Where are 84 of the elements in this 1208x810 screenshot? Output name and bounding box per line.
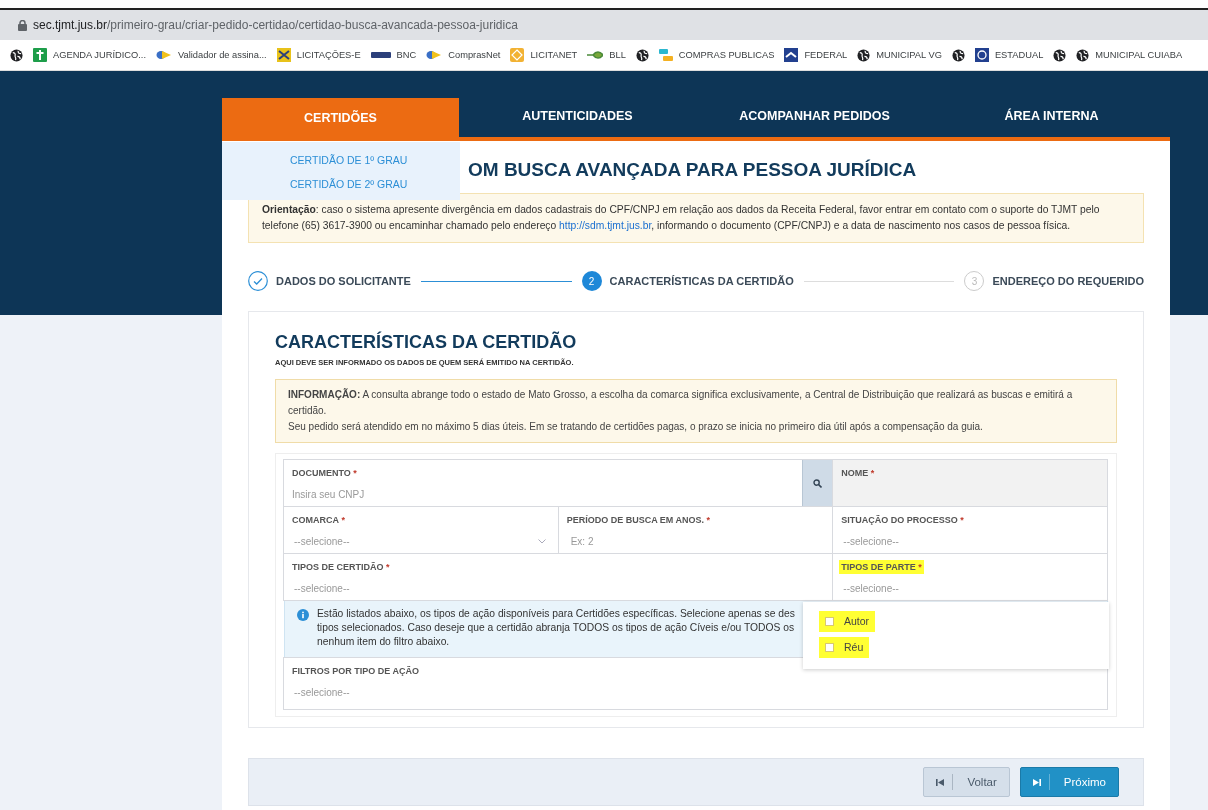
- skip-back-icon: [936, 778, 945, 786]
- field-label: TIPOS DE PARTE *: [839, 560, 924, 574]
- bookmark[interactable]: BNC: [370, 50, 417, 60]
- next-button[interactable]: Próximo: [1019, 767, 1119, 797]
- bookmark[interactable]: AGENDA JURÍDICO...: [33, 48, 146, 62]
- bookmark-label: LICITAÇÕES-E: [296, 50, 361, 60]
- section-title: CARACTERÍSTICAS DA CERTIDÃO: [275, 332, 578, 353]
- step-number: 2: [581, 271, 602, 291]
- emblem-icon: [276, 48, 291, 62]
- bookmark[interactable]: LICITANET: [510, 48, 578, 62]
- orientation-text: Orientação: caso o sistema apresente divergência em dados cadastrais do CPF/CNPJ em relação aos dados da Receita Federal, favor entrar em contato com o suporte do TJMT pelo telefone (65) 3617-3900 ou encaminhar chamado pelo endereço http://sdm.tjmt.jus.br, informando o documento (CPF/CNPJ) e a data de nascimento nos casos de pessoa física.: [262, 203, 1101, 233]
- bookmark-label: LICITANET: [530, 50, 578, 60]
- support-link[interactable]: http://sdm.tjmt.jus.br: [559, 220, 652, 231]
- logo-icon: [370, 50, 391, 60]
- bookmark[interactable]: ESTADUAL: [974, 48, 1044, 62]
- bookmark-label: MUNICIPAL CUIABA: [1095, 50, 1183, 60]
- notice-text: nenhum item do filtro abaixo.: [317, 635, 451, 649]
- bookmark[interactable]: MUNICIPAL CUIABA: [1076, 48, 1183, 62]
- bookmark[interactable]: [951, 48, 965, 62]
- bookmark-label: BLL: [609, 50, 626, 60]
- notice-text: Estão listados abaixo, os tipos de ação disponíveis para Certidões específicas. Selecione apenas se des: [317, 607, 795, 621]
- nav-tab[interactable]: ÁREA INTERNA: [933, 98, 1170, 137]
- nav-tab[interactable]: ACOMPANHAR PEDIDOS: [696, 98, 933, 137]
- bookmark[interactable]: [635, 48, 649, 62]
- info-text: Seu pedido será atendido em no máximo 5 dias úteis. Em se tratando de certidões pagas, o prazo se inicia no primeiro dia útil após a compensação da guia.: [288, 420, 984, 434]
- skip-forward-icon: [1032, 778, 1041, 786]
- bookmark-label: MUNICIPAL VG: [876, 50, 942, 60]
- step-label: DADOS DO SOLICITANTE: [276, 275, 411, 287]
- checkbox[interactable]: [825, 642, 834, 652]
- chevron-icon: [537, 538, 546, 544]
- bookmark[interactable]: FEDERAL: [784, 48, 848, 62]
- bookmark-label: Validador de assina...: [178, 50, 267, 60]
- back-button[interactable]: Voltar: [923, 767, 1010, 797]
- checkbox-option[interactable]: Réu: [819, 637, 870, 658]
- globe-icon: [1053, 48, 1067, 62]
- step-label: ENDEREÇO DO REQUERIDO: [992, 275, 1144, 287]
- globe-icon: [857, 48, 871, 62]
- bookmark[interactable]: [1053, 48, 1067, 62]
- globe-icon: [635, 48, 649, 62]
- page-title: OM BUSCA AVANÇADA PARA PESSOA JURÍDICA: [468, 158, 917, 182]
- globe-icon: [1076, 48, 1090, 62]
- bookmark-label: COMPRAS PUBLICAS: [678, 50, 775, 60]
- info-text: INFORMAÇÃO: A consulta abrange todo o estado de Mato Grosso, a escolha da comarca significa exclusivamente, a Central de Distribuição que realizará as buscas e emitirá a certidão.: [288, 387, 1074, 418]
- cross-icon: [33, 48, 47, 62]
- bookmark[interactable]: LICITAÇÕES-E: [276, 48, 361, 62]
- arrow-icon: [426, 49, 443, 61]
- bookmark[interactable]: MUNICIPAL VG: [857, 48, 942, 62]
- globe-icon: [10, 48, 23, 62]
- bookmark-label: BNC: [396, 50, 417, 60]
- field-label: COMARCA *: [291, 514, 346, 527]
- step-label: CARACTERÍSTICAS DA CERTIDÃO: [609, 275, 794, 287]
- emblem-icon: [510, 48, 525, 62]
- field-label: NOME *: [840, 467, 876, 480]
- checkbox[interactable]: [825, 616, 834, 626]
- field-label: PERÍODO DE BUSCA EM ANOS. *: [565, 514, 712, 527]
- emblem-icon: [784, 48, 799, 62]
- check-icon: [248, 271, 268, 291]
- field-label: TIPOS DE CERTIDÃO *: [291, 561, 391, 574]
- arrow-icon: [156, 49, 172, 61]
- bookmark[interactable]: ComprasNet: [426, 49, 501, 61]
- notice-text: tipos selecionados. Caso deseje que a certidão abranja TODOS os tipos de ação Cíveis e/ou TODOS os: [317, 621, 795, 635]
- bookmark[interactable]: Validador de assina...: [156, 49, 267, 61]
- search-icon: [813, 478, 823, 488]
- bookmark-label: AGENDA JURÍDICO...: [53, 50, 146, 60]
- bookmark[interactable]: COMPRAS PUBLICAS: [658, 48, 775, 62]
- option-label: Réu: [844, 641, 864, 653]
- info-icon: [297, 609, 309, 621]
- leaf-icon: [587, 51, 604, 59]
- option-label: Autor: [844, 615, 870, 627]
- bookmark-label: ComprasNet: [448, 50, 501, 60]
- emblem-icon: [974, 48, 989, 62]
- bookmark-label: ESTADUAL: [994, 50, 1044, 60]
- bookmark[interactable]: BLL: [587, 50, 626, 60]
- field-label: SITUAÇÃO DO PROCESSO *: [840, 514, 965, 527]
- field-label: FILTROS POR TIPO DE AÇÃO: [291, 665, 420, 678]
- globe-icon: [951, 48, 965, 62]
- bookmark[interactable]: [10, 48, 23, 62]
- stripes-icon: [658, 48, 673, 62]
- lock-icon: [18, 19, 27, 31]
- checkbox-option[interactable]: Autor: [819, 611, 876, 632]
- search-button[interactable]: [802, 460, 833, 506]
- nav-tab[interactable]: AUTENTICIDADES: [459, 98, 696, 137]
- field-label: DOCUMENTO *: [291, 467, 358, 480]
- bookmark-label: FEDERAL: [804, 50, 848, 60]
